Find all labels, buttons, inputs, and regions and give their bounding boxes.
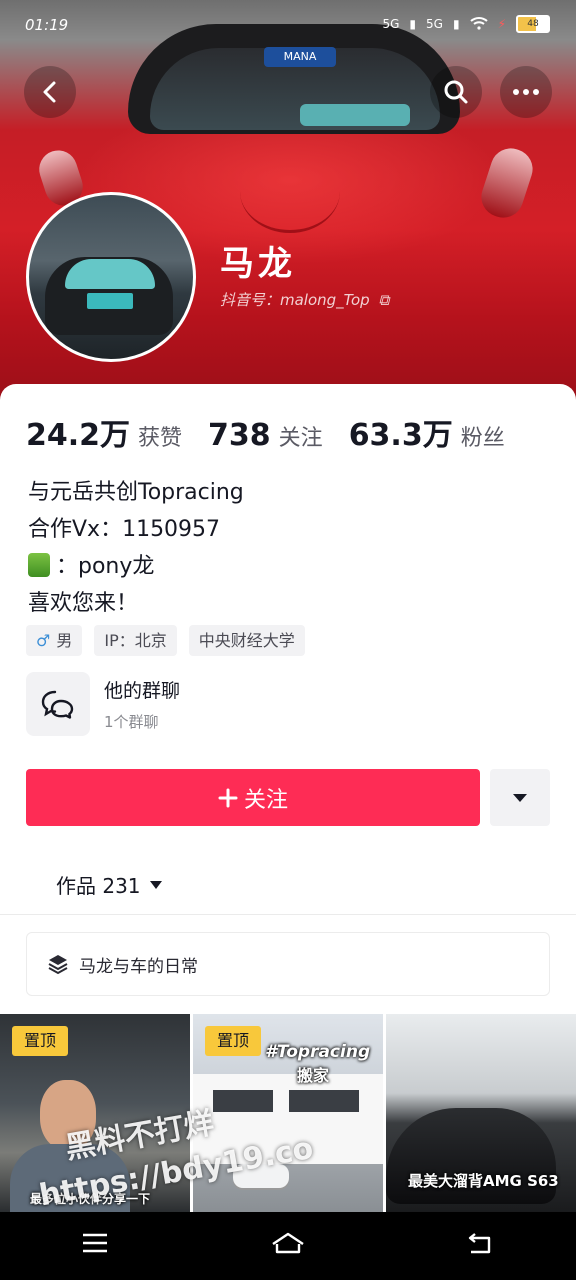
status-time: 01:19 [25,16,69,34]
scarf-emoji-icon [28,553,50,577]
stats-row: 24.2万 获赞 738 关注 63.3万 粉丝 [26,410,531,454]
gender-label: 男 [56,631,73,650]
gender-tag: ♂ 男 [26,625,83,656]
pinned-badge: 置顶 [12,1026,68,1056]
wifi-icon [469,16,488,33]
collection-icon [48,955,68,975]
signal-icon: ▮ [409,17,417,31]
pinned-badge: 置顶 [205,1026,261,1056]
search-icon [444,80,468,104]
followers-count[interactable]: 63.3万 [349,410,453,454]
collection-label: 马龙与车的日常 [79,956,198,977]
battery-level: 48 [527,19,539,29]
banner-car-dash [300,104,410,126]
group-chat-subtitle: 1个群聊 [104,713,159,731]
battery-icon: 48 [516,15,550,33]
works-label: 作品 231 [56,874,141,898]
recommend-dropdown-button[interactable] [490,769,550,826]
more-icon [513,89,539,95]
tab-works[interactable]: 作品 231 [56,870,163,899]
followers-label: 粉丝 [460,426,505,451]
thumbnail-subtitle: 搬家 [297,1066,330,1085]
search-button[interactable] [430,66,482,118]
charging-icon: ⚡ [497,17,506,31]
status-icons: 5G ▮ 5G ▮ ⚡ 48 [382,15,550,33]
bio: 与元岳共创Topracing 合作Vx：1150957 ：pony龙 喜欢您来！ [28,474,244,622]
likes-label: 获赞 [138,426,183,451]
caret-down-icon [513,793,527,802]
thumbnail-caption: 最美大溜背AMG S63 [408,1172,559,1190]
caret-down-icon [149,880,162,889]
status-bar: 01:19 5G ▮ 5G ▮ ⚡ 48 [0,0,576,52]
avatar-car-glass [65,259,155,289]
back-nav-icon [468,1233,491,1254]
back-nav-button[interactable] [467,1232,495,1260]
signal-2-label: 5G [426,17,443,31]
signal-icon: ▮ [452,17,460,31]
thumbnail-title: #Topracing [265,1042,371,1062]
bio-line: 合作Vx：1150957 [28,517,221,542]
banner-car-hood [240,150,340,233]
profile-name: 马龙 [220,244,296,284]
group-chat-button[interactable] [26,672,90,736]
douyin-id[interactable]: 抖音号：malong_Top ⧉ [220,289,389,310]
following-count[interactable]: 738 [208,418,271,453]
likes-count[interactable]: 24.2万 [26,410,130,454]
collection-row[interactable]: 马龙与车的日常 [26,932,550,996]
home-icon [272,1232,304,1254]
system-nav-bar [0,1212,576,1280]
group-chat-title[interactable]: 他的群聊 [104,676,180,703]
avatar-car-plate [87,293,133,309]
banner-car-headlight-right [476,143,538,223]
more-button[interactable] [500,66,552,118]
following-label: 关注 [278,426,323,451]
group-chat-icon [41,690,74,719]
ip-tag: IP：北京 [94,625,177,656]
signal-1-label: 5G [382,17,400,31]
plus-icon [218,788,238,807]
bio-line-text: ：pony龙 [56,554,155,579]
back-arrow-icon [43,81,56,103]
menu-button[interactable] [81,1232,109,1260]
douyin-id-label: 抖音号：malong_Top [220,291,370,309]
back-button[interactable] [24,66,76,118]
video-thumbnail[interactable]: 最美大溜背AMG S63 [386,1014,576,1212]
male-icon: ♂ [36,631,51,650]
bio-line: ：pony龙 [28,548,244,585]
school-tag[interactable]: 中央财经大学 [188,625,305,656]
bio-line: 喜欢您来！ [28,591,139,616]
follow-button[interactable]: 关注 [26,769,480,826]
bio-line: 与元岳共创Topracing [28,480,244,505]
home-button[interactable] [271,1231,305,1261]
menu-icon [83,1233,107,1253]
copy-icon[interactable]: ⧉ [378,291,389,309]
follow-label: 关注 [243,787,288,813]
tags-row: ♂ 男 IP：北京 中央财经大学 [26,625,305,656]
divider [0,914,576,915]
avatar[interactable] [26,192,196,362]
